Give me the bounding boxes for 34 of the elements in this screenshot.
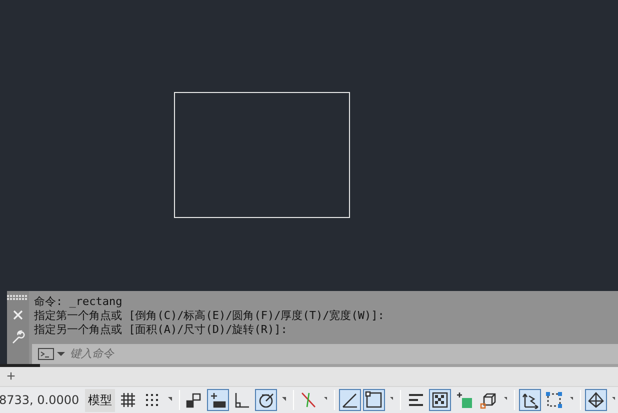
command-input-field[interactable]: 键入命令 <box>68 347 272 362</box>
layer-square-icon <box>454 391 473 410</box>
polar-toggle[interactable] <box>255 389 278 412</box>
tracking-icon <box>298 391 317 410</box>
cube-icon <box>478 391 497 410</box>
terminal-icon[interactable] <box>38 348 54 360</box>
dashed-square-icon <box>544 391 563 410</box>
grip-icon[interactable] <box>7 295 29 300</box>
infer-icon <box>185 391 204 410</box>
angle-toggle[interactable] <box>338 389 361 412</box>
ortho-icon <box>233 391 252 410</box>
model-button[interactable]: 模型 <box>85 388 116 412</box>
grid-icon <box>119 391 138 410</box>
caret-icon[interactable] <box>57 351 65 358</box>
square-icon <box>364 391 383 410</box>
coordinates-readout: 8733, 0.0000 <box>0 393 80 408</box>
gizmo-icon <box>586 391 604 410</box>
polar-icon <box>257 391 276 410</box>
square-toggle[interactable] <box>362 389 385 412</box>
checker-icon <box>430 391 449 410</box>
gizmo-toggle[interactable] <box>584 389 606 412</box>
axes-toggle[interactable] <box>518 389 541 412</box>
command-history-line: 指定另一个角点或 [面积(A)/尺寸(D)/旋转(R)]: <box>34 323 288 338</box>
caret-icon[interactable] <box>168 397 172 404</box>
dynamic-input-icon <box>209 391 228 410</box>
close-icon[interactable] <box>12 309 24 322</box>
wrench-icon[interactable] <box>11 330 25 344</box>
dynamic-input-toggle[interactable] <box>207 389 230 412</box>
command-history-line: 指定第一个角点或 [倒角(C)/标高(E)/圆角(F)/厚度(T)/宽度(W)]: <box>34 309 386 324</box>
checker-toggle[interactable] <box>428 389 451 412</box>
axes-icon <box>520 391 539 410</box>
caret-icon[interactable] <box>282 397 286 404</box>
angle-icon <box>340 391 359 410</box>
command-history-line: 命令: _rectang <box>34 295 124 310</box>
